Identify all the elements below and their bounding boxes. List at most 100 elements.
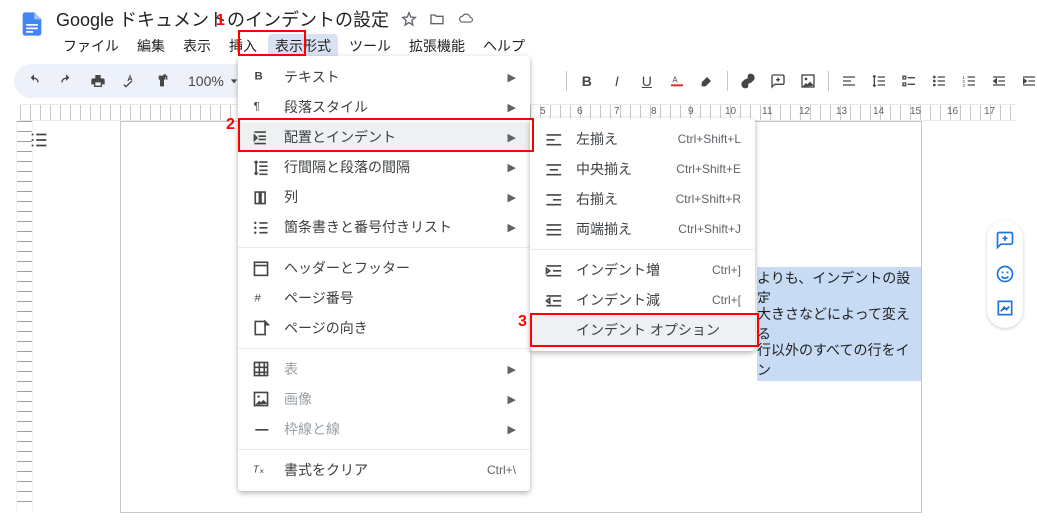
svg-text:¶: ¶ — [254, 100, 260, 112]
align-r-icon — [544, 190, 562, 208]
checklist-button[interactable] — [895, 68, 923, 94]
menubar-item-6[interactable]: 拡張機能 — [402, 34, 472, 58]
star-icon[interactable] — [401, 11, 417, 27]
side-panel — [987, 220, 1023, 328]
bullets-icon — [252, 218, 270, 236]
B-icon: B — [252, 68, 270, 86]
format-menu-item-1[interactable]: ¶段落スタイル▶ — [238, 92, 530, 122]
annotation-3: 3 — [518, 313, 527, 331]
align-submenu-item-3[interactable]: 両端揃えCtrl+Shift+J — [530, 214, 755, 244]
outline-icon[interactable] — [28, 129, 50, 151]
selected-text: 行以外のすべての行をイン — [757, 339, 921, 381]
chevron-right-icon: ▶ — [508, 131, 516, 144]
annotation-1: 1 — [216, 12, 225, 30]
format-menu: Bテキスト▶¶段落スタイル▶配置とインデント▶行間隔と段落の間隔▶列▶箇条書きと… — [238, 56, 530, 491]
align-submenu-item-1[interactable]: 中央揃えCtrl+Shift+E — [530, 154, 755, 184]
redo-button[interactable] — [52, 68, 80, 94]
svg-text:×: × — [259, 467, 264, 476]
align-submenu-item-0[interactable]: 左揃えCtrl+Shift+L — [530, 124, 755, 154]
format-menu-item-15[interactable]: T×書式をクリアCtrl+\ — [238, 455, 530, 485]
zoom-select[interactable]: 100% — [180, 68, 244, 94]
table-icon — [252, 360, 270, 378]
svg-text:3: 3 — [962, 83, 965, 88]
spacing-icon — [252, 158, 270, 176]
format-menu-item-4[interactable]: 列▶ — [238, 182, 530, 212]
format-menu-item-7[interactable]: ヘッダーとフッター — [238, 253, 530, 283]
decrease-indent-button[interactable] — [985, 68, 1013, 94]
align-submenu-item-7[interactable]: インデント オプション — [530, 315, 755, 345]
align-submenu-item-6[interactable]: インデント減Ctrl+[ — [530, 285, 755, 315]
menubar-item-2[interactable]: 表示 — [176, 34, 218, 58]
increase-indent-button[interactable] — [1015, 68, 1037, 94]
orient-icon — [252, 319, 270, 337]
header-icon — [252, 259, 270, 277]
bold-button[interactable]: B — [573, 68, 601, 94]
image-icon — [252, 390, 270, 408]
border-icon — [252, 420, 270, 438]
align-submenu-item-5[interactable]: インデント増Ctrl+] — [530, 255, 755, 285]
print-button[interactable] — [84, 68, 112, 94]
format-menu-item-5[interactable]: 箇条書きと番号付きリスト▶ — [238, 212, 530, 242]
format-menu-item-11: 表▶ — [238, 354, 530, 384]
format-menu-item-13: 枠線と線▶ — [238, 414, 530, 444]
¶-icon: ¶ — [252, 98, 270, 116]
align-indent-submenu: 左揃えCtrl+Shift+L中央揃えCtrl+Shift+E右揃えCtrl+S… — [530, 118, 755, 351]
svg-text:#: # — [254, 292, 261, 304]
format-menu-item-0[interactable]: Bテキスト▶ — [238, 62, 530, 92]
ind-inc-icon — [544, 261, 562, 279]
numbered-list-button[interactable]: 123 — [955, 68, 983, 94]
italic-button[interactable]: I — [603, 68, 631, 94]
align-button[interactable] — [835, 68, 863, 94]
chevron-right-icon: ▶ — [508, 221, 516, 234]
menubar-item-3[interactable]: 挿入 — [222, 34, 264, 58]
building-blocks-icon[interactable] — [995, 298, 1015, 318]
#-icon: # — [252, 289, 270, 307]
chevron-right-icon: ▶ — [508, 393, 516, 406]
format-menu-item-3[interactable]: 行間隔と段落の間隔▶ — [238, 152, 530, 182]
paint-button[interactable] — [148, 68, 176, 94]
align-j-icon — [544, 220, 562, 238]
text-color-button[interactable]: A — [663, 68, 691, 94]
underline-button[interactable]: U — [633, 68, 661, 94]
comment-button[interactable] — [764, 68, 792, 94]
line-spacing-button[interactable] — [865, 68, 893, 94]
format-menu-item-9[interactable]: ページの向き — [238, 313, 530, 343]
ind-dec-icon — [544, 291, 562, 309]
clear-icon: T× — [252, 461, 270, 479]
menubar-item-1[interactable]: 編集 — [130, 34, 172, 58]
menubar-item-5[interactable]: ツール — [342, 34, 398, 58]
docs-logo[interactable] — [14, 6, 50, 42]
svg-text:A: A — [672, 75, 678, 84]
align-l-icon — [544, 130, 562, 148]
align-c-icon — [544, 160, 562, 178]
move-icon[interactable] — [429, 11, 445, 27]
highlight-button[interactable] — [693, 68, 721, 94]
chevron-right-icon: ▶ — [508, 161, 516, 174]
undo-button[interactable] — [20, 68, 48, 94]
toolbar-left: 100% — [14, 64, 250, 98]
chevron-right-icon: ▶ — [508, 191, 516, 204]
chevron-right-icon: ▶ — [508, 423, 516, 436]
add-comment-icon[interactable] — [995, 230, 1015, 250]
columns-icon — [252, 188, 270, 206]
image-button[interactable] — [794, 68, 822, 94]
annotation-2: 2 — [226, 116, 235, 134]
format-menu-item-2[interactable]: 配置とインデント▶ — [238, 122, 530, 152]
bulleted-list-button[interactable] — [925, 68, 953, 94]
chevron-right-icon: ▶ — [508, 363, 516, 376]
format-menu-item-8[interactable]: #ページ番号 — [238, 283, 530, 313]
chevron-right-icon: ▶ — [508, 101, 516, 114]
menubar-item-0[interactable]: ファイル — [56, 34, 126, 58]
menubar-item-7[interactable]: ヘルプ — [476, 34, 532, 58]
vertical-ruler[interactable] — [16, 121, 33, 511]
cloud-icon[interactable] — [457, 11, 475, 27]
align-submenu-item-2[interactable]: 右揃えCtrl+Shift+R — [530, 184, 755, 214]
link-button[interactable] — [734, 68, 762, 94]
chevron-right-icon: ▶ — [508, 71, 516, 84]
menubar: ファイル編集表示挿入表示形式ツール拡張機能ヘルプ — [56, 34, 532, 58]
emoji-icon[interactable] — [995, 264, 1015, 284]
svg-text:B: B — [254, 70, 262, 82]
format-menu-item-12: 画像▶ — [238, 384, 530, 414]
menubar-item-4[interactable]: 表示形式 — [268, 34, 338, 58]
spellcheck-button[interactable] — [116, 68, 144, 94]
